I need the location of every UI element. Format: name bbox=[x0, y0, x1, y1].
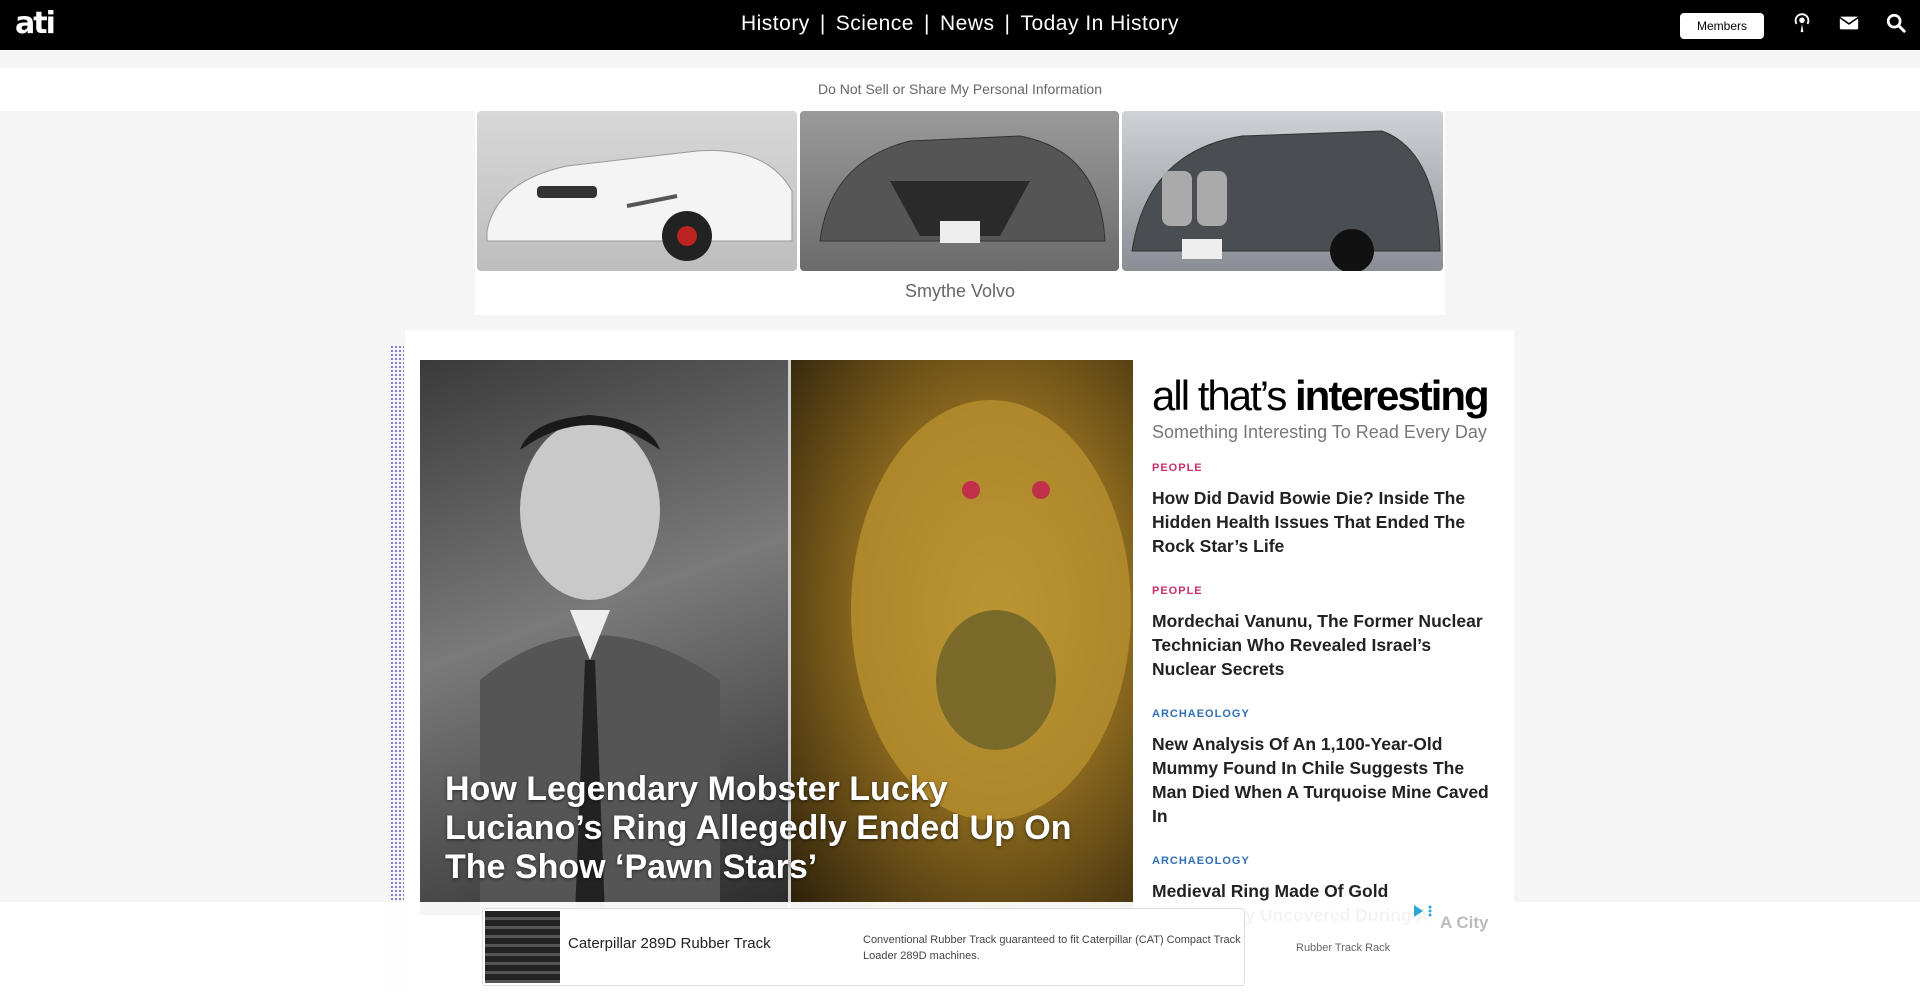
car-image-white[interactable] bbox=[477, 111, 797, 271]
nav-links: History | Science | News | Today In History bbox=[0, 12, 1920, 36]
brand-prefix: all that’s bbox=[1152, 372, 1295, 419]
article-title[interactable]: New Analysis Of An 1,100-Year-Old Mummy … bbox=[1152, 732, 1492, 828]
brand-wordmark: all that’s interesting bbox=[1152, 372, 1490, 420]
nav-link-science[interactable]: Science bbox=[836, 12, 914, 35]
rubber-track-image[interactable] bbox=[485, 911, 560, 983]
members-button[interactable]: Members bbox=[1680, 13, 1764, 39]
article-category[interactable]: PEOPLE bbox=[1152, 585, 1492, 597]
article-list: PEOPLE How Did David Bowie Die? Inside T… bbox=[1152, 462, 1492, 954]
nav-link-today-in-history[interactable]: Today In History bbox=[1020, 12, 1179, 35]
article-category[interactable]: PEOPLE bbox=[1152, 462, 1492, 474]
list-item[interactable]: PEOPLE How Did David Bowie Die? Inside T… bbox=[1152, 462, 1492, 558]
ad-advertiser-name[interactable]: Rubber Track Rack bbox=[1296, 942, 1390, 954]
mail-icon[interactable] bbox=[1838, 12, 1860, 34]
search-icon[interactable] bbox=[1885, 12, 1907, 34]
list-item[interactable]: PEOPLE Mordechai Vanunu, The Former Nucl… bbox=[1152, 585, 1492, 681]
adchoices-icon[interactable] bbox=[1412, 903, 1434, 919]
list-item[interactable]: ARCHAEOLOGY New Analysis Of An 1,100-Yea… bbox=[1152, 708, 1492, 828]
article-title-overflow[interactable]: A City bbox=[1440, 913, 1489, 933]
hero-headline[interactable]: How Legendary Mobster Lucky Luciano’s Ri… bbox=[445, 770, 1105, 887]
sticky-ad[interactable]: Caterpillar 289D Rubber Track Convention… bbox=[482, 908, 1245, 986]
privacy-link[interactable]: Do Not Sell or Share My Personal Informa… bbox=[0, 68, 1920, 111]
nav-link-news[interactable]: News bbox=[940, 12, 995, 35]
article-category[interactable]: ARCHAEOLOGY bbox=[1152, 855, 1492, 867]
podcast-icon[interactable] bbox=[1791, 12, 1813, 34]
article-title[interactable]: How Did David Bowie Die? Inside The Hidd… bbox=[1152, 486, 1492, 558]
article-category[interactable]: ARCHAEOLOGY bbox=[1152, 708, 1492, 720]
car-image-gray-suv[interactable] bbox=[800, 111, 1119, 271]
decorative-dot-column bbox=[390, 345, 404, 993]
nav-separator: | bbox=[924, 12, 930, 35]
ad-description[interactable]: Conventional Rubber Track guaranteed to … bbox=[863, 932, 1243, 964]
ad-caption[interactable]: Smythe Volvo bbox=[475, 281, 1445, 302]
nav-separator: | bbox=[819, 12, 826, 35]
brand-strong: interesting bbox=[1295, 372, 1490, 419]
ad-title[interactable]: Caterpillar 289D Rubber Track bbox=[568, 935, 771, 952]
hero-story[interactable]: How Legendary Mobster Lucky Luciano’s Ri… bbox=[420, 360, 1133, 915]
brand-tagline: Something Interesting To Read Every Day bbox=[1152, 422, 1487, 442]
car-image-bmw[interactable] bbox=[1122, 111, 1443, 271]
car-ad-banner[interactable]: Smythe Volvo bbox=[475, 111, 1445, 315]
article-title[interactable]: Mordechai Vanunu, The Former Nuclear Tec… bbox=[1152, 609, 1492, 681]
nav-separator: | bbox=[1004, 12, 1011, 35]
nav-link-history[interactable]: History bbox=[741, 12, 810, 35]
top-nav: ati History | Science | News | Today In Histor… bbox=[0, 0, 1920, 50]
